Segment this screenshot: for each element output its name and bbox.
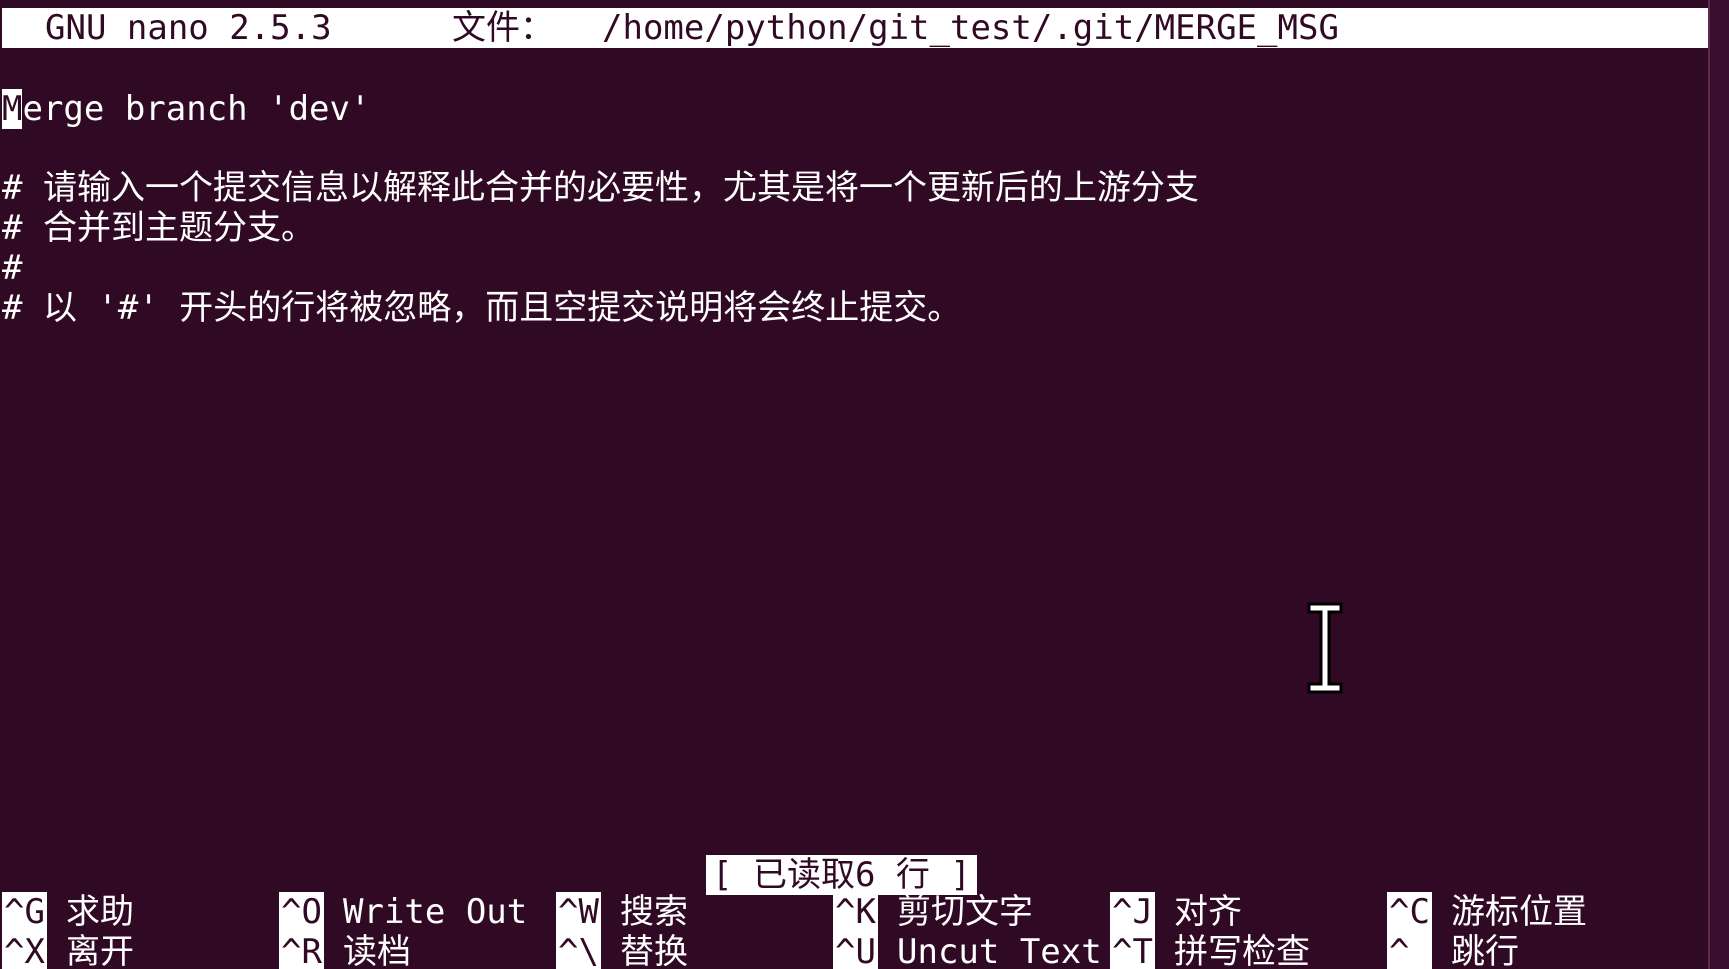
shortcut-cursor-position[interactable]: ^C 游标位置 [1387,892,1587,932]
shortcut-go-to-line[interactable]: ^_ 跳行 [1387,932,1519,969]
shortcut-label: 读档 [343,932,411,969]
shortcut-key: ^\ [556,932,601,969]
shortcut-write-out[interactable]: ^O Write Out [279,892,527,932]
shortcut-key: ^T [1110,932,1155,969]
shortcut-label: 跳行 [1451,932,1519,969]
shortcut-label: Write Out [343,892,528,932]
shortcut-label: 游标位置 [1451,892,1587,932]
app-version: GNU nano 2.5.3 [45,8,332,48]
shortcut-key: ^U [833,932,878,969]
shortcut-label: 替换 [620,932,688,969]
shortcut-label: 搜索 [620,892,688,932]
editor-line-4[interactable]: # 合并到主题分支。 [2,208,315,248]
shortcut-label: 剪切文字 [897,892,1033,932]
shortcut-label: Uncut Text [897,932,1102,969]
editor-line-3[interactable]: # 请输入一个提交信息以解释此合并的必要性，尤其是将一个更新后的上游分支 [2,168,1199,208]
editor-line-1[interactable]: Merge branch 'dev' [2,89,370,129]
shortcut-label: 求助 [66,892,134,932]
terminal-scrollbar[interactable] [1708,0,1729,969]
shortcut-key: ^C [1387,892,1432,932]
text-cursor-ibeam-icon [1307,602,1343,694]
shortcut-replace[interactable]: ^\ 替换 [556,932,688,969]
merge-message: erge branch 'dev' [22,89,371,129]
shortcut-search[interactable]: ^W 搜索 [556,892,688,932]
shortcut-key: ^_ [1387,932,1432,969]
text-cursor: M [2,89,23,129]
shortcut-justify[interactable]: ^J 对齐 [1110,892,1242,932]
shortcut-exit[interactable]: ^X 离开 [2,932,134,969]
shortcut-key: ^K [833,892,878,932]
shortcut-key: ^W [556,892,601,932]
shortcut-key: ^G [2,892,47,932]
shortcut-key: ^J [1110,892,1155,932]
shortcut-label: 拼写检查 [1174,932,1310,969]
shortcut-help[interactable]: ^G 求助 [2,892,134,932]
status-message: [ 已读取6 行 ] [706,855,977,895]
shortcut-key: ^X [2,932,47,969]
shortcut-read-file[interactable]: ^R 读档 [279,932,411,969]
file-path: /home/python/git_test/.git/MERGE_MSG [602,8,1339,48]
editor-line-5[interactable]: # [2,248,22,288]
terminal-window[interactable]: GNU nano 2.5.3 文件： /home/python/git_test… [0,0,1729,969]
shortcut-spell-check[interactable]: ^T 拼写检查 [1110,932,1310,969]
shortcut-cut-text[interactable]: ^K 剪切文字 [833,892,1033,932]
shortcut-key: ^R [279,932,324,969]
shortcut-uncut-text[interactable]: ^U Uncut Text [833,932,1102,969]
shortcut-label: 离开 [66,932,134,969]
nano-title-bar: GNU nano 2.5.3 文件： /home/python/git_test… [2,8,1708,48]
shortcut-label: 对齐 [1174,892,1242,932]
shortcut-key: ^O [279,892,324,932]
file-label: 文件： [452,8,554,48]
editor-line-6[interactable]: # 以 '#' 开头的行将被忽略，而且空提交说明将会终止提交。 [2,288,961,328]
